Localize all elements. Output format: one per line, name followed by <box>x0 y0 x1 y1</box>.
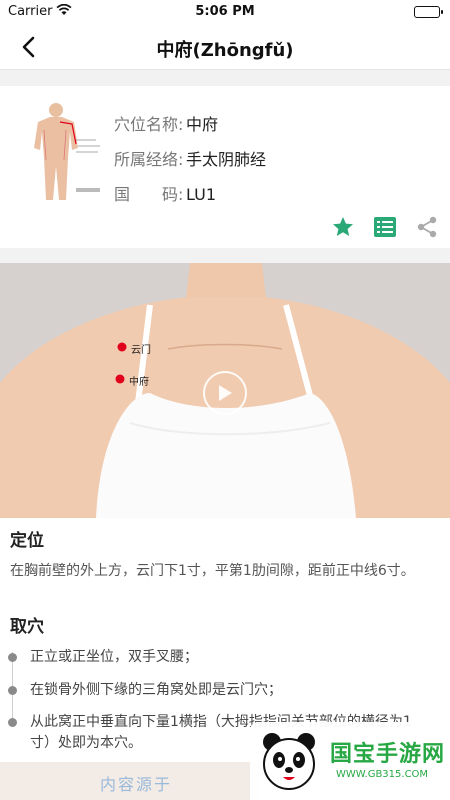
zhongfu-point-marker <box>115 374 125 384</box>
acupoint-name-row: 穴位名称: 中府 <box>114 111 218 135</box>
method-heading: 取穴 <box>10 617 44 637</box>
zhongfu-label: 中府 <box>129 377 149 388</box>
meridian-label: 所属经络: <box>114 150 184 169</box>
yunmen-label: 云门 <box>131 345 151 356</box>
watermark-url: WWW.GB315.COM <box>336 769 429 780</box>
play-icon <box>219 385 232 401</box>
meridian-value: 手太阴肺经 <box>186 150 267 169</box>
acupoint-name-value: 中府 <box>186 115 219 134</box>
location-text: 在胸前壁的外上方，云门下1寸，平第1肋间隙，距前正中线6寸。 <box>10 563 415 579</box>
share-button[interactable] <box>414 214 440 240</box>
star-icon <box>333 217 353 236</box>
site-watermark: 国宝手游网 WWW.GB315.COM <box>250 722 450 800</box>
yunmen-point-marker <box>117 342 127 352</box>
bottom-image-strip: 内容源于 <box>0 762 260 800</box>
share-icon <box>417 216 437 238</box>
play-button[interactable] <box>203 371 247 415</box>
page-title: 中府(Zhōngfǔ) <box>156 40 294 61</box>
watermark-name: 国宝手游网 <box>330 742 446 767</box>
acupoint-info-card: 穴位名称: 中府 所属经络: 手太阴肺经 国 码: LU1 <box>0 86 450 248</box>
method-step-2: 在锁骨外侧下缘的三角窝处即是云门穴； <box>30 682 282 698</box>
bottom-strip-text: 内容源于 <box>100 775 173 794</box>
code-row: 国 码: LU1 <box>114 181 216 205</box>
meridian-row: 所属经络: 手太阴肺经 <box>114 146 266 170</box>
location-heading: 定位 <box>10 531 44 551</box>
list-icon <box>374 217 396 237</box>
meridian-figure-thumbnail[interactable] <box>16 100 108 210</box>
code-value: LU1 <box>186 185 217 204</box>
acupoint-name-label: 穴位名称: <box>114 115 184 134</box>
step-bullet <box>8 653 17 662</box>
favorite-button[interactable] <box>330 214 356 240</box>
battery-icon <box>414 6 443 18</box>
list-button[interactable] <box>372 214 398 240</box>
panda-logo <box>263 733 315 790</box>
step-bullet <box>8 686 17 695</box>
action-toolbar <box>330 214 440 240</box>
method-step-1: 正立或正坐位，双手叉腰； <box>30 649 198 665</box>
step-bullet <box>8 718 17 727</box>
status-bar: Carrier 5:06 PM <box>0 0 450 24</box>
code-label: 国 码: <box>114 185 184 204</box>
clock: 5:06 PM <box>195 4 255 19</box>
nav-bar: 中府(Zhōngfǔ) <box>0 24 450 70</box>
